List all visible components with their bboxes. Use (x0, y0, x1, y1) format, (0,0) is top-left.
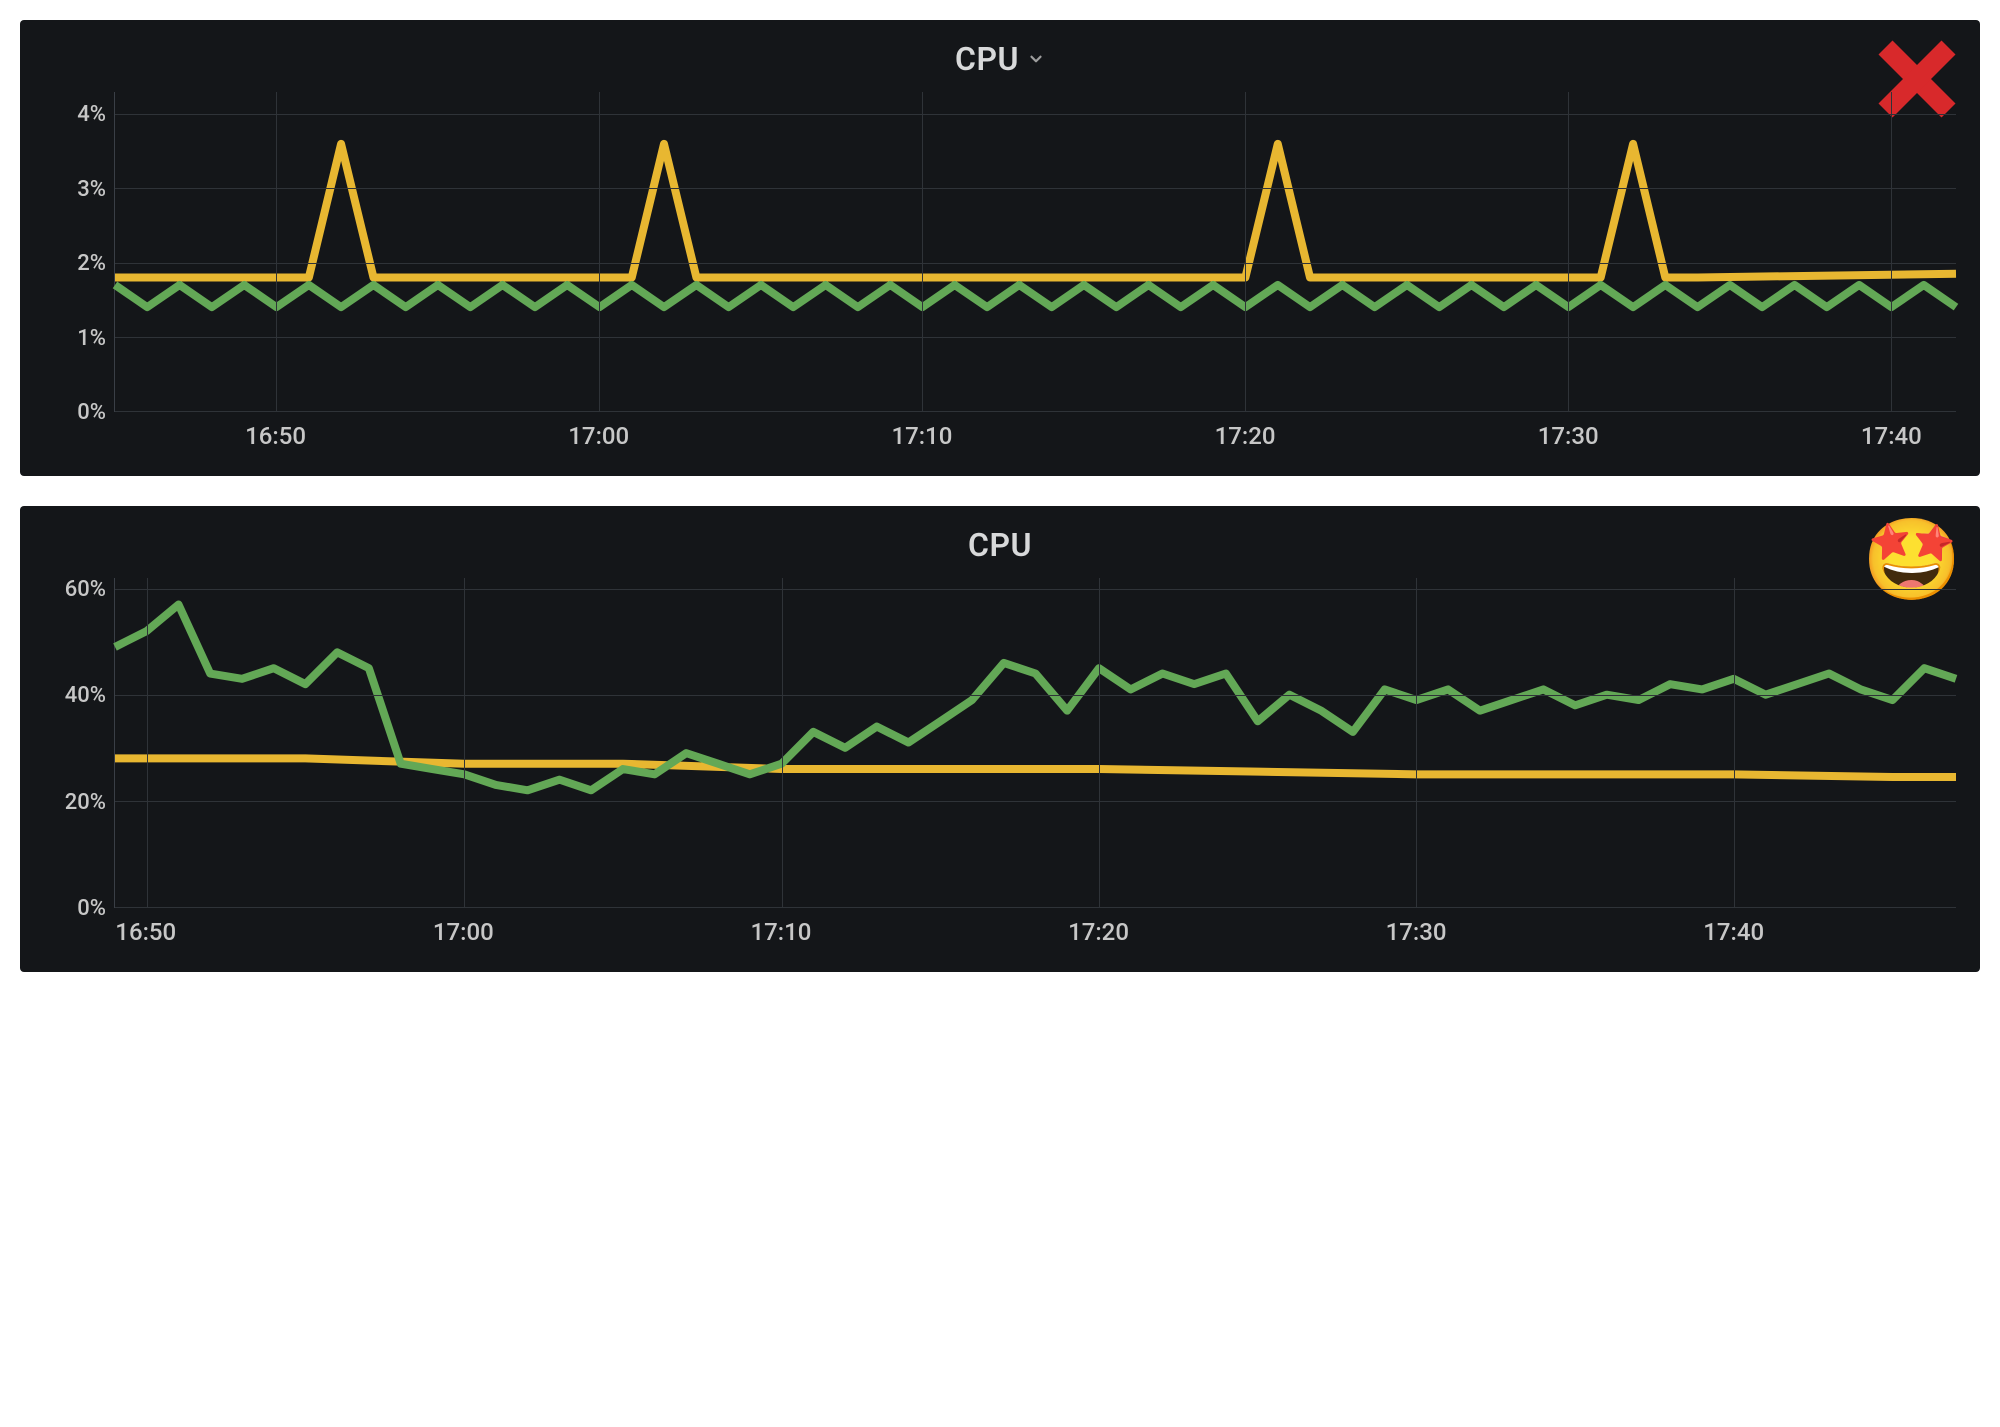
x-axis: 16:50 17:00 17:10 17:20 17:30 17:40 (114, 918, 1956, 948)
series-line-yellow (115, 144, 1956, 278)
grid-line-vertical (922, 92, 923, 411)
y-axis: 4%3%2%1%0% (44, 92, 114, 412)
plot-area[interactable] (114, 92, 1956, 412)
x-tick-label: 16:50 (245, 422, 306, 450)
series-line-green (115, 285, 1956, 307)
plot-area[interactable] (114, 578, 1956, 908)
x-tick-label: 17:30 (1386, 918, 1447, 946)
grid-line-horizontal (115, 411, 1956, 412)
x-tick-label: 17:00 (568, 422, 629, 450)
panel-header: CPU (44, 526, 1956, 564)
grid-line-vertical (1891, 92, 1892, 411)
y-tick-label: 0% (77, 896, 106, 921)
y-tick-label: 60% (65, 577, 106, 602)
grid-line-vertical (147, 578, 148, 907)
y-tick-label: 40% (65, 683, 106, 708)
grid-line-horizontal (115, 114, 1956, 115)
grid-line-horizontal (115, 695, 1956, 696)
y-tick-label: 1% (77, 326, 106, 351)
x-tick-label: 17:40 (1861, 422, 1922, 450)
x-tick-label: 17:00 (433, 918, 494, 946)
grid-line-vertical (1416, 578, 1417, 907)
cpu-panel-bottom: CPU 🤩 60%40%20%0% 16:5017:0017:1017:2017… (20, 506, 1980, 972)
grid-line-vertical (1568, 92, 1569, 411)
x-tick-label: 16:50 (115, 918, 176, 946)
grid-line-horizontal (115, 801, 1956, 802)
grid-line-horizontal (115, 188, 1956, 189)
grid-line-vertical (276, 92, 277, 411)
cpu-panel-top: CPU 4% 3% 2% 1% 0% 16:50 17:00 17:10 17:20 17:30… (20, 20, 1980, 476)
x-tick-label: 17:20 (1215, 422, 1276, 450)
grid-line-vertical (1099, 578, 1100, 907)
x-tick-label: 17:10 (750, 918, 811, 946)
panel-title: CPU (955, 40, 1019, 78)
x-tick-label: 17:40 (1703, 918, 1764, 946)
y-tick-label: 2% (77, 251, 106, 276)
x-tick-label: 17:10 (891, 422, 952, 450)
grid-line-vertical (1734, 578, 1735, 907)
grid-line-horizontal (115, 337, 1956, 338)
x-axis: 16:50 17:00 17:10 17:20 17:30 17:40 (114, 422, 1956, 452)
plot-wrap: 4% 3% 2% 1% 0% 16:50 17:00 17:10 17:20 17:30 17:4… (44, 92, 1956, 452)
x-tick-label: 17:30 (1538, 422, 1599, 450)
grid-line-vertical (1245, 92, 1246, 411)
grid-line-horizontal (115, 263, 1956, 264)
grid-line-vertical (464, 578, 465, 907)
y-tick-label: 0% (77, 400, 106, 425)
y-tick-label: 20% (65, 790, 106, 815)
plot-wrap: 60% 40% 20% 0% 16:50 17:00 17:10 17:20 17:30 17:… (44, 578, 1956, 948)
chevron-down-icon[interactable] (1027, 50, 1045, 68)
grid-line-vertical (599, 92, 600, 411)
panel-title: CPU (968, 526, 1032, 564)
grid-line-vertical (782, 578, 783, 907)
y-tick-label: 3% (77, 177, 106, 202)
grid-line-horizontal (115, 589, 1956, 590)
y-axis: 60%40%20%0% (44, 578, 114, 908)
x-tick-label: 17:20 (1068, 918, 1129, 946)
y-tick-label: 4% (77, 102, 106, 127)
panel-header[interactable]: CPU (44, 40, 1956, 78)
grid-line-horizontal (115, 907, 1956, 908)
series-line-yellow (115, 758, 1956, 777)
